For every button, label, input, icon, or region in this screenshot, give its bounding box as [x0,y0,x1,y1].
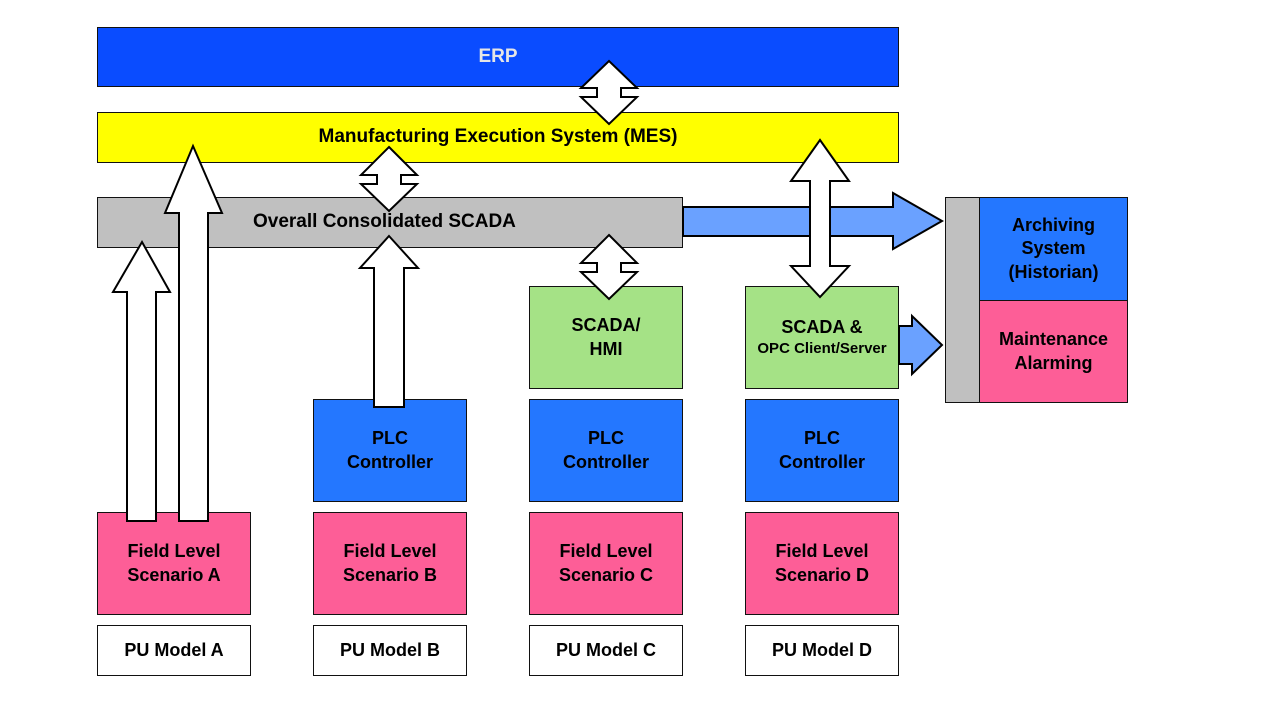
flow-arrow-scada-to-archive [682,191,945,251]
bidirectional-arrow-mes-opc [788,138,852,299]
plc-controller-c: PLC Controller [529,399,683,502]
archiving-system-box: Archiving System (Historian) [979,197,1128,301]
plc-line-2: Controller [778,451,865,472]
up-arrow-field-a-to-scada [111,239,172,522]
plc-line-2: Controller [346,451,433,472]
side-systems-gray-bar [945,197,980,403]
field-level-scenario-b: Field Level Scenario B [313,512,467,615]
field-line-1: Field Level [775,541,869,562]
pu-model-b: PU Model B [313,625,467,676]
archiving-line-2: System [1021,238,1086,259]
up-arrow-plc-b-to-scada [357,234,421,408]
field-line-1: Field Level [343,541,437,562]
mes-label: Manufacturing Execution System (MES) [318,126,678,148]
plc-line-1: PLC [587,428,624,449]
maintenance-line-2: Alarming [1014,352,1093,373]
mes-layer: Manufacturing Execution System (MES) [97,112,899,163]
plc-controller-b: PLC Controller [313,399,467,502]
field-line-2: Scenario D [774,564,870,585]
plc-controller-d: PLC Controller [745,399,899,502]
field-line-2: Scenario B [342,564,438,585]
field-level-scenario-d: Field Level Scenario D [745,512,899,615]
plc-line-1: PLC [803,428,840,449]
maintenance-alarming-box: Maintenance Alarming [979,300,1128,403]
scada-opc-line-2: OPC Client/Server [757,340,887,358]
plc-line-1: PLC [371,428,408,449]
pu-model-c: PU Model C [529,625,683,676]
scada-opc-line-1: SCADA & [781,317,863,338]
field-line-2: Scenario C [558,564,654,585]
pu-model-a: PU Model A [97,625,251,676]
pu-model-label: PU Model B [339,639,440,660]
archiving-line-1: Archiving [1011,215,1095,236]
flow-arrow-opc-to-maintenance [898,313,944,377]
field-line-1: Field Level [559,541,653,562]
scada-hmi-line-1: SCADA/ [571,315,641,336]
pu-model-label: PU Model C [555,639,656,660]
maintenance-line-1: Maintenance [998,329,1109,350]
scada-hmi-box: SCADA/ HMI [529,286,683,389]
erp-layer: ERP [97,27,899,87]
field-level-scenario-c: Field Level Scenario C [529,512,683,615]
scada-opc-box: SCADA & OPC Client/Server [745,286,899,389]
archiving-line-3: (Historian) [1008,261,1099,282]
field-line-2: Scenario A [127,564,221,585]
pu-model-d: PU Model D [745,625,899,676]
plc-line-2: Controller [562,451,649,472]
field-level-scenario-a: Field Level Scenario A [97,512,251,615]
pu-model-label: PU Model D [771,639,872,660]
consolidated-scada-layer: Overall Consolidated SCADA [97,197,683,248]
pu-model-label: PU Model A [124,639,224,660]
consolidated-scada-label: Overall Consolidated SCADA [253,211,516,233]
field-line-1: Field Level [127,541,221,562]
scada-hmi-line-2: HMI [589,338,623,359]
erp-label: ERP [478,45,518,67]
